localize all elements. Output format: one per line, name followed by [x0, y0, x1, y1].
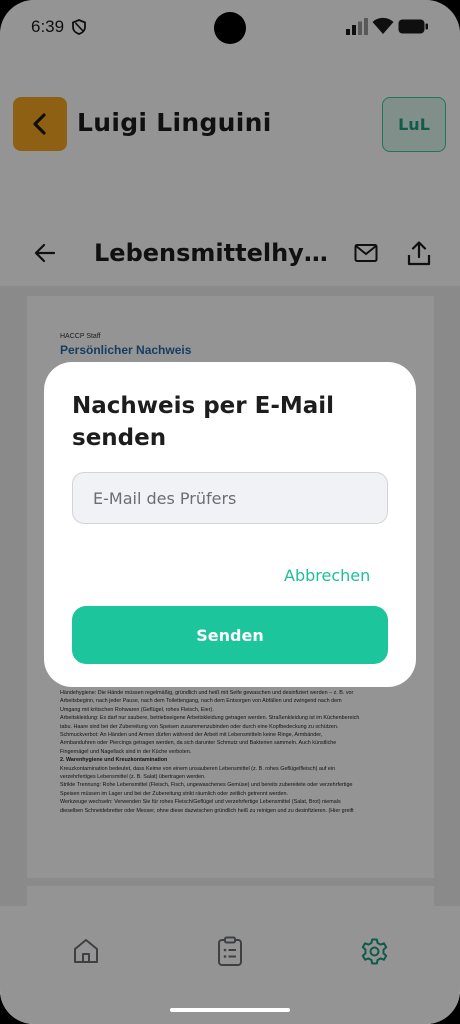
email-dialog: Nachweis per E-Mail senden Abbrechen Sen… — [44, 362, 416, 687]
dialog-title: Nachweis per E-Mail senden — [72, 393, 335, 451]
phone-screen: 6:39 Luigi Linguini LuL Lebensmittelhygi… — [0, 0, 460, 1024]
send-button[interactable]: Senden — [72, 606, 388, 664]
cancel-button[interactable]: Abbrechen — [284, 566, 370, 585]
examiner-email-input[interactable] — [72, 472, 388, 524]
home-indicator[interactable] — [170, 1008, 290, 1012]
